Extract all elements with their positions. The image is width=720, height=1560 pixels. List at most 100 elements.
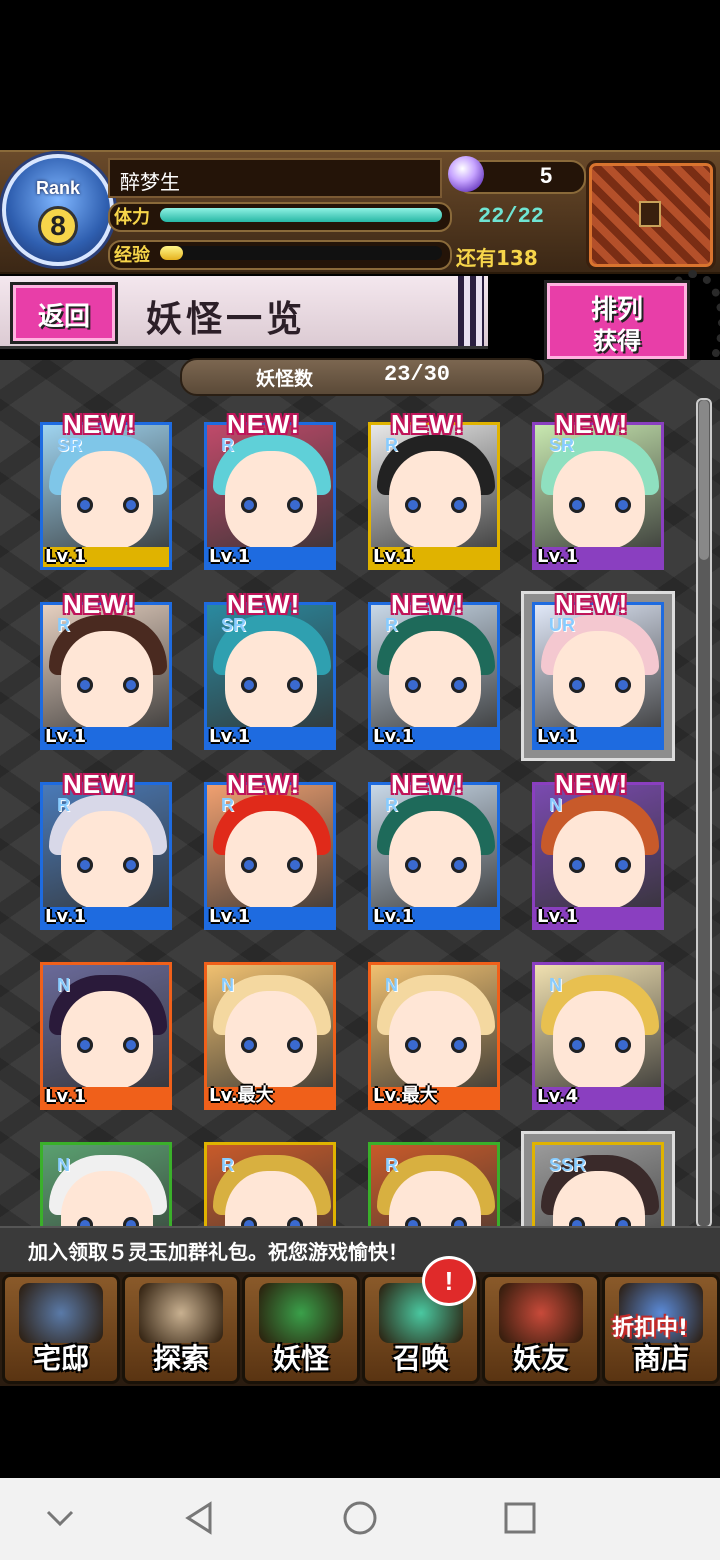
new-tag: NEW! [63,409,137,439]
portrait-eyes [405,497,467,513]
title-stripe-decoration [458,276,484,346]
rank-label: Rank [35,178,80,198]
level-label: Lv.1 [537,906,579,927]
new-tag: NEW! [63,769,137,799]
nav-label: 商店 [632,1342,689,1375]
portrait-eyes [405,677,467,693]
treasure-chest-icon[interactable] [586,160,716,270]
level-label: Lv.1 [209,906,251,927]
nav-label: 妖怪 [272,1342,329,1375]
yokai-card[interactable]: R Lv.1 NEW! [368,589,500,750]
portrait-eyes [241,677,303,693]
stamina-value: 22/22 [478,204,545,229]
yokai-card[interactable]: SR Lv.1 NEW! [40,409,172,570]
level-label: Lv.1 [373,546,415,567]
yokai-card[interactable]: N [40,1142,172,1226]
portrait-eyes [405,1037,467,1053]
scroll-icon [259,1283,343,1343]
nav-label: 宅邸 [32,1342,89,1375]
sort-button[interactable]: 排列 获得 [544,280,690,362]
stamina-bar [160,208,442,222]
level-label: Lv.最大 [373,1085,438,1106]
yokai-card[interactable]: SSR [532,1142,664,1226]
exp-bar-fill [160,246,183,260]
collapse-icon[interactable] [40,1498,80,1538]
back-button-label: 返回 [37,302,90,332]
portrait-eyes [241,1037,303,1053]
portrait-eyes [569,1217,631,1226]
level-label: Lv.1 [373,726,415,747]
rarity-badge: N [385,975,398,995]
gem-count: 5 [540,163,553,188]
rarity-badge: N [549,975,562,995]
page-title: 妖怪一览 [146,298,307,340]
rarity-badge: R [221,1155,234,1175]
level-label: Lv.1 [537,546,579,567]
sort-mode-label: 获得 [593,327,641,355]
nav-label: 探索 [152,1342,209,1375]
spirit-gem-icon [448,156,484,192]
yokai-grid: SR Lv.1 NEW! R Lv.1 NEW! R Lv.1 NEW! SR Lv.1 NEW! R L… [0,400,690,1226]
yokai-card[interactable]: N Lv.最大 [204,962,336,1110]
portrait-eyes [569,497,631,513]
yokai-card[interactable]: UR Lv.1 NEW! [532,589,664,750]
scrollbar-thumb[interactable] [699,400,709,560]
yokai-card[interactable]: R Lv.1 NEW! [40,769,172,930]
yokai-card[interactable]: SR Lv.1 NEW! [532,409,664,570]
portrait-eyes [405,1217,467,1226]
level-label: Lv.4 [537,1086,579,1107]
nav-yokai-button[interactable]: 妖怪 [242,1274,360,1384]
portrait-eyes [569,677,631,693]
yokai-card[interactable]: R [368,1142,500,1226]
yokai-count-bar [180,358,544,396]
rarity-badge: SSR [549,1155,587,1175]
portrait-eyes [77,497,139,513]
home-icon[interactable] [340,1498,380,1538]
level-label: Lv.1 [209,546,251,567]
announcement-marquee: 加入领取５灵玉加群礼包。祝您游戏愉快！ [0,1226,720,1272]
new-tag: NEW! [391,769,465,799]
player-name: 醉梦生 [120,170,180,194]
yokai-card[interactable]: R Lv.1 NEW! [368,409,500,570]
yokai-card[interactable]: N Lv.1 NEW! [532,769,664,930]
rank-badge: Rank 8 [2,154,114,266]
summon-alert-badge: ! [422,1256,476,1306]
player-name-box: 醉梦生 [108,158,442,198]
recents-icon[interactable] [500,1498,540,1538]
yokai-card[interactable]: R Lv.1 NEW! [204,769,336,930]
portrait-eyes [569,857,631,873]
portrait-eyes [77,1037,139,1053]
announcement-text: 加入领取５灵玉加群礼包。祝您游戏愉快！ [28,1240,408,1264]
back-icon[interactable] [180,1498,220,1538]
level-label: Lv.1 [45,546,87,567]
portrait-eyes [77,1217,139,1226]
yokai-card[interactable]: SR Lv.1 NEW! [204,589,336,750]
yokai-card[interactable]: R Lv.1 NEW! [204,409,336,570]
nav-label: 召唤 [392,1342,449,1375]
back-button[interactable]: 返回 [10,282,118,344]
nav-mansion-button[interactable]: 宅邸 [2,1274,120,1384]
yokai-count-value: 23/30 [384,362,451,387]
portrait-eyes [241,857,303,873]
magnifier-icon [139,1283,223,1343]
level-label: Lv.1 [209,726,251,747]
portrait-eyes [405,857,467,873]
yokai-card[interactable]: R Lv.1 NEW! [368,769,500,930]
level-label: Lv.1 [373,906,415,927]
nav-explore-button[interactable]: 探索 [122,1274,240,1384]
new-tag: NEW! [227,589,301,619]
yokai-card[interactable]: N Lv.1 [40,962,172,1110]
yokai-card[interactable]: N Lv.最大 [368,962,500,1110]
level-label: Lv.1 [45,906,87,927]
exp-bar [160,246,442,260]
yokai-card[interactable]: N Lv.4 [532,962,664,1110]
level-label: Lv.1 [45,726,87,747]
nav-friends-button[interactable]: 妖友 [482,1274,600,1384]
scrollbar[interactable] [696,398,712,1228]
level-label: Lv.1 [45,1086,87,1107]
yokai-card[interactable]: R Lv.1 NEW! [40,589,172,750]
portrait-eyes [77,677,139,693]
nav-label: 妖友 [512,1342,569,1375]
yokai-card[interactable]: R [204,1142,336,1226]
mansion-icon [19,1283,103,1343]
